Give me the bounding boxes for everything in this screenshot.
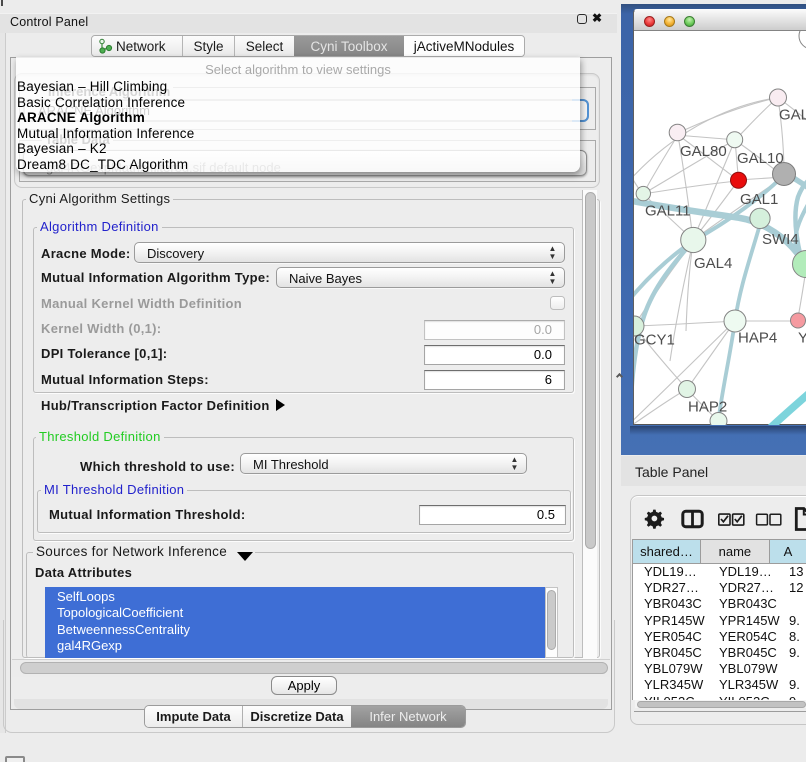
svg-text:GAL4: GAL4 xyxy=(694,255,732,272)
svg-text:GCY1: GCY1 xyxy=(634,332,675,349)
svg-text:GAL10: GAL10 xyxy=(737,150,784,167)
svg-text:GAL1: GAL1 xyxy=(740,191,778,208)
svg-text:SWI4: SWI4 xyxy=(762,231,799,248)
svg-text:GAL: GAL xyxy=(779,107,806,124)
svg-text:Y: Y xyxy=(798,330,806,347)
svg-text:GAL80: GAL80 xyxy=(680,143,727,160)
svg-text:HAP2: HAP2 xyxy=(688,399,727,416)
svg-text:HAP4: HAP4 xyxy=(738,330,777,347)
svg-text:GAL11: GAL11 xyxy=(645,203,691,220)
